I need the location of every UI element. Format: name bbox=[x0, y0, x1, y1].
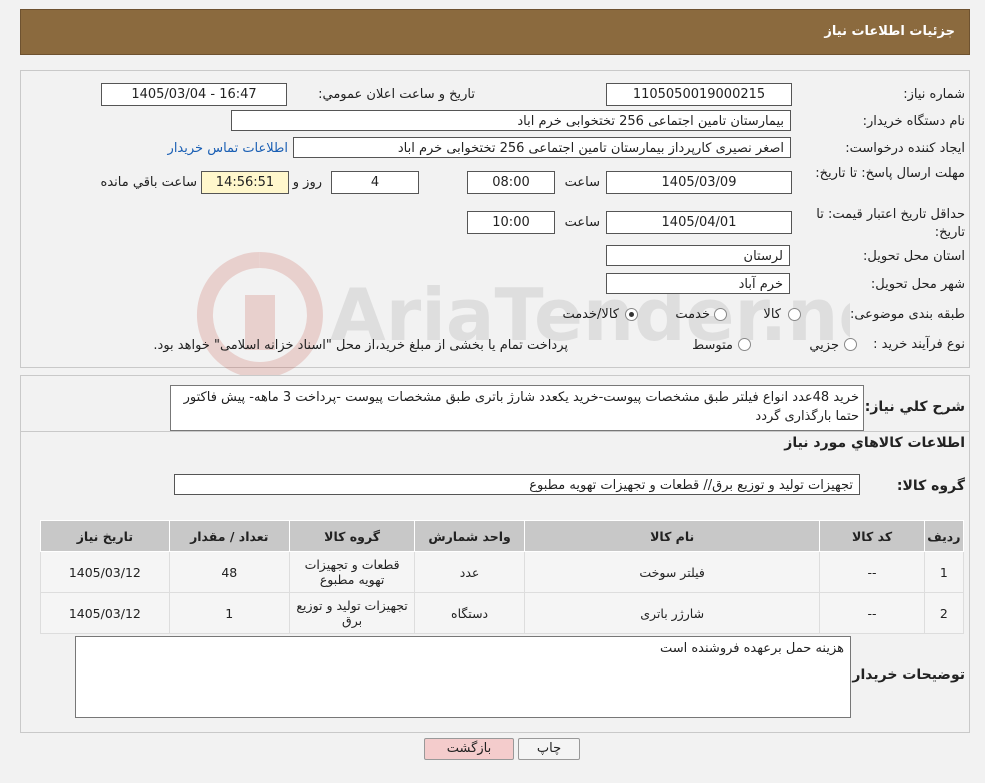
deadline-date-field: 1405/03/09 bbox=[606, 171, 792, 194]
print-button[interactable]: چاپ bbox=[518, 738, 580, 760]
cell-code: -- bbox=[819, 592, 925, 634]
category-service-radio[interactable] bbox=[714, 308, 727, 321]
validity-time-label: ساعت bbox=[564, 215, 600, 230]
category-service-label: خدمت bbox=[675, 307, 710, 322]
cell-name: فیلتر سوخت bbox=[523, 551, 821, 593]
cell-date: 1405/03/12 bbox=[40, 592, 170, 634]
days-label: روز و bbox=[292, 175, 322, 190]
page-header: جزئیات اطلاعات نیاز bbox=[20, 9, 970, 55]
city-label: شهر محل تحویل: bbox=[870, 277, 965, 292]
deadline-label: مهلت ارسال پاسخ: تا تاریخ: bbox=[815, 166, 965, 181]
announce-field: 1405/03/04 - 16:47 bbox=[101, 83, 287, 106]
validity-time-field: 10:00 bbox=[467, 211, 555, 234]
category-goods-radio[interactable] bbox=[788, 308, 801, 321]
col-unit: واحد شمارش bbox=[414, 520, 525, 552]
buyer-org-field: بیمارستان تامین اجتماعی 256 تختخوابی خرم… bbox=[231, 110, 791, 131]
process-medium-radio[interactable] bbox=[738, 338, 751, 351]
col-code: کد کالا bbox=[819, 520, 925, 552]
announce-label: تاریخ و ساعت اعلان عمومي: bbox=[318, 87, 475, 102]
description-textarea[interactable]: خرید 48عدد انواع فیلتر طبق مشخصات پیوست-… bbox=[170, 385, 864, 431]
validity-label: حداقل تاریخ اعتبار قیمت: تا تاریخ: bbox=[816, 207, 965, 240]
deadline-time-field: 08:00 bbox=[467, 171, 555, 194]
cell-unit: دستگاه bbox=[414, 592, 525, 634]
goods-table-header: رديف کد کالا نام کالا واحد شمارش گروه کا… bbox=[40, 520, 965, 552]
page-title: جزئیات اطلاعات نیاز bbox=[824, 24, 955, 39]
col-date: تاریخ نیاز bbox=[40, 520, 170, 552]
creator-field: اصغر نصیری کارپرداز بیمارستان تامین اجتم… bbox=[293, 137, 791, 158]
buyer-notes-label: توضیحات خریدار: bbox=[846, 667, 965, 683]
process-partial-radio[interactable] bbox=[844, 338, 857, 351]
remaining-time-field: 14:56:51 bbox=[201, 171, 289, 194]
cell-qty: 48 bbox=[168, 551, 290, 593]
col-name: نام کالا bbox=[523, 520, 821, 552]
category-label: طبقه بندی موضوعی: bbox=[849, 307, 965, 322]
buyer-notes-textarea[interactable]: هزینه حمل برعهده فروشنده است bbox=[75, 636, 851, 718]
creator-label: ایجاد کننده درخواست: bbox=[845, 141, 965, 156]
category-goods-label: کالا bbox=[763, 307, 781, 322]
remaining-label: ساعت باقي مانده bbox=[100, 175, 197, 190]
goods-section-title: اطلاعات کالاهاي مورد نياز bbox=[784, 435, 965, 451]
cell-row: 2 bbox=[923, 592, 965, 634]
cell-unit: عدد bbox=[414, 551, 525, 593]
category-goods-service-radio[interactable] bbox=[625, 308, 638, 321]
table-row: 1 -- فیلتر سوخت عدد قطعات و تجهیزات تهوی… bbox=[40, 551, 965, 593]
process-partial-label: جزیي bbox=[809, 338, 839, 353]
need-number-label: شماره نیاز: bbox=[903, 87, 965, 102]
cell-date: 1405/03/12 bbox=[40, 551, 170, 593]
col-row: رديف bbox=[923, 520, 965, 552]
goods-group-label: گروه کالا: bbox=[896, 478, 965, 494]
buyer-org-label: نام دستگاه خریدار: bbox=[862, 114, 965, 129]
process-note: پرداخت تمام یا بخشی از مبلغ خرید،از محل … bbox=[153, 338, 568, 353]
province-field: لرستان bbox=[606, 245, 790, 266]
process-medium-label: متوسط bbox=[692, 338, 733, 353]
cell-qty: 1 bbox=[168, 592, 290, 634]
cell-row: 1 bbox=[923, 551, 965, 593]
col-group: گروه کالا bbox=[288, 520, 416, 552]
need-number-field: 1105050019000215 bbox=[606, 83, 792, 106]
cell-group: تجهیزات تولید و توزیع برق bbox=[288, 592, 416, 634]
cell-code: -- bbox=[819, 551, 925, 593]
goods-table: رديف کد کالا نام کالا واحد شمارش گروه کا… bbox=[40, 520, 965, 634]
city-field: خرم آباد bbox=[606, 273, 790, 294]
cell-name: شارژر باتری bbox=[523, 592, 821, 634]
deadline-time-label: ساعت bbox=[564, 175, 600, 190]
validity-date-field: 1405/04/01 bbox=[606, 211, 792, 234]
category-goods-service-label: کالا/خدمت bbox=[562, 307, 619, 322]
process-label: نوع فرآیند خرید : bbox=[873, 337, 965, 352]
cell-group: قطعات و تجهیزات تهویه مطبوع bbox=[288, 551, 416, 593]
goods-group-field: تجهیزات تولید و توزیع برق// قطعات و تجهی… bbox=[174, 474, 860, 495]
province-label: استان محل تحویل: bbox=[863, 249, 965, 264]
col-qty: تعداد / مقدار bbox=[168, 520, 290, 552]
description-label: شرح کلي نیاز: bbox=[864, 399, 965, 415]
days-field: 4 bbox=[331, 171, 419, 194]
back-button[interactable]: بازگشت bbox=[424, 738, 514, 760]
contact-info-link[interactable]: اطلاعات تماس خریدار bbox=[168, 141, 288, 156]
table-row: 2 -- شارژر باتری دستگاه تجهیزات تولید و … bbox=[40, 592, 965, 634]
